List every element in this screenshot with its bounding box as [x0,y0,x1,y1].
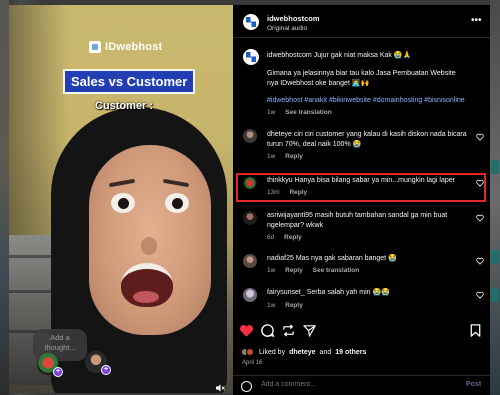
comment-avatar[interactable] [243,129,257,143]
heart-icon[interactable] [239,323,254,338]
caption-line-2: Gimana ya jelasinnya biar tau kalo Jasa … [267,70,456,87]
share-icon[interactable] [302,323,317,338]
caption-line-1: Jujur gak niat maksa Kak 😭🙏 [313,52,412,59]
comment-meta: 13m Reply [267,189,307,196]
comment-like-icon[interactable] [476,291,484,299]
comment-item: thinkkyu Hanya bisa bilang sabar ya min.… [267,176,477,186]
post-date: April 16 [242,360,263,366]
add-note-icon[interactable]: + [101,365,111,375]
comment-meta: 6d Reply [267,234,302,241]
action-bar [233,323,490,341]
video-caption: Customer : [95,100,154,112]
reply-button[interactable]: Reply [284,234,302,241]
repost-icon[interactable] [281,323,296,338]
comment-avatar[interactable] [243,254,257,268]
caption-meta: 1w See translation [267,109,332,116]
likes-summary[interactable]: Liked by dheteye and 19 others [241,348,366,356]
comment-username[interactable]: thinkkyu [267,177,293,184]
comment-text: Mas nya gak sabaran banget 😭 [295,255,397,262]
comment-time: 13m [267,189,280,196]
comment-text: ciri ciri customer yang kalau di kasih d… [267,131,467,148]
add-comment-bar: Post [233,375,490,395]
comment-avatar[interactable] [243,288,257,302]
likes-prefix: Liked by [259,348,286,356]
comment-time: 1w [267,153,276,160]
background-thumbnail [491,160,499,174]
reply-button[interactable]: Reply [289,189,307,196]
background-thumbnail [491,288,499,302]
see-translation-button[interactable]: See translation [313,267,360,274]
video-brand-text: IDwebhost [105,41,163,53]
mute-icon[interactable] [215,383,225,393]
liker-avatars [241,348,255,356]
comment-meta: 1w Reply [267,302,303,309]
background-thumbnail [491,250,499,264]
comment-username[interactable]: dheteye [267,131,292,138]
comment-like-icon[interactable] [476,133,484,141]
post-panel: idwebhostcom Original audio ••• idwebhos… [233,5,490,395]
comment-time: 1w [267,267,276,274]
background-right-strip [490,0,500,395]
comment-time: 6d [267,234,275,241]
video-person-face [89,145,211,335]
original-audio-link[interactable]: Original audio [267,25,307,32]
background-left-strip [0,0,9,395]
reply-button[interactable]: Reply [285,302,303,309]
comment-avatar[interactable] [243,211,257,225]
comment-item: nadiaf25 Mas nya gak sabaran banget 😭 [267,254,467,264]
author-avatar[interactable] [243,14,259,30]
comment-input[interactable] [261,381,441,388]
comment-item: fairysunset_ Serba salah yah min 😭😭 [267,288,467,298]
comment-username[interactable]: fairysunset_ [267,289,305,296]
likes-first-user[interactable]: dheteye [289,349,315,356]
comment-meta: 1w Reply See translation [267,267,359,274]
comment-like-icon[interactable] [476,179,484,187]
reply-button[interactable]: Reply [285,153,303,160]
comment-item: asriwijayanti95 masih butuh tambahan san… [267,211,467,231]
comment-meta: 1w Reply [267,153,303,160]
caption-hashtags[interactable]: #idwebhost #anakit #bikinwebsite #domain… [267,96,467,106]
likes-others[interactable]: 19 others [335,349,366,356]
reel-video[interactable]: IDwebhost Sales vs Customer Customer : A… [9,5,233,393]
likes-connector: and [319,348,332,356]
comment-like-icon[interactable] [476,257,484,265]
comment-text: Hanya bisa bilang sabar ya min...mungkin… [294,177,455,184]
reply-button[interactable]: Reply [285,267,303,274]
author-username[interactable]: idwebhostcom [267,14,320,23]
video-title-badge: Sales vs Customer [63,69,196,94]
caption-time: 1w [267,109,276,116]
comment-like-icon[interactable] [476,214,484,222]
comment-username[interactable]: asriwijayanti95 [267,212,313,219]
comment-text: Serba salah yah min 😭😭 [306,289,390,296]
bookmark-icon[interactable] [468,323,483,338]
post-comment-button[interactable]: Post [466,381,481,388]
emoji-icon[interactable] [241,381,252,392]
caption-see-translation[interactable]: See translation [285,109,332,116]
comment-item: dheteye ciri ciri customer yang kalau di… [267,130,467,150]
comment-time: 1w [267,302,276,309]
caption-username[interactable]: idwebhostcom [267,52,312,59]
post-header: idwebhostcom Original audio ••• [233,5,490,38]
comment-username[interactable]: nadiaf25 [267,255,294,262]
comment-avatar[interactable] [243,176,257,190]
post-caption: idwebhostcom Jujur gak niat maksa Kak 😭🙏 [267,51,467,61]
add-note-icon[interactable]: + [53,367,63,377]
caption-author-avatar[interactable] [243,49,259,65]
video-brand-logo: IDwebhost [89,41,162,53]
comment-icon[interactable] [260,323,275,338]
idwebhost-logo-icon [89,41,101,53]
more-options-icon[interactable]: ••• [471,15,482,26]
